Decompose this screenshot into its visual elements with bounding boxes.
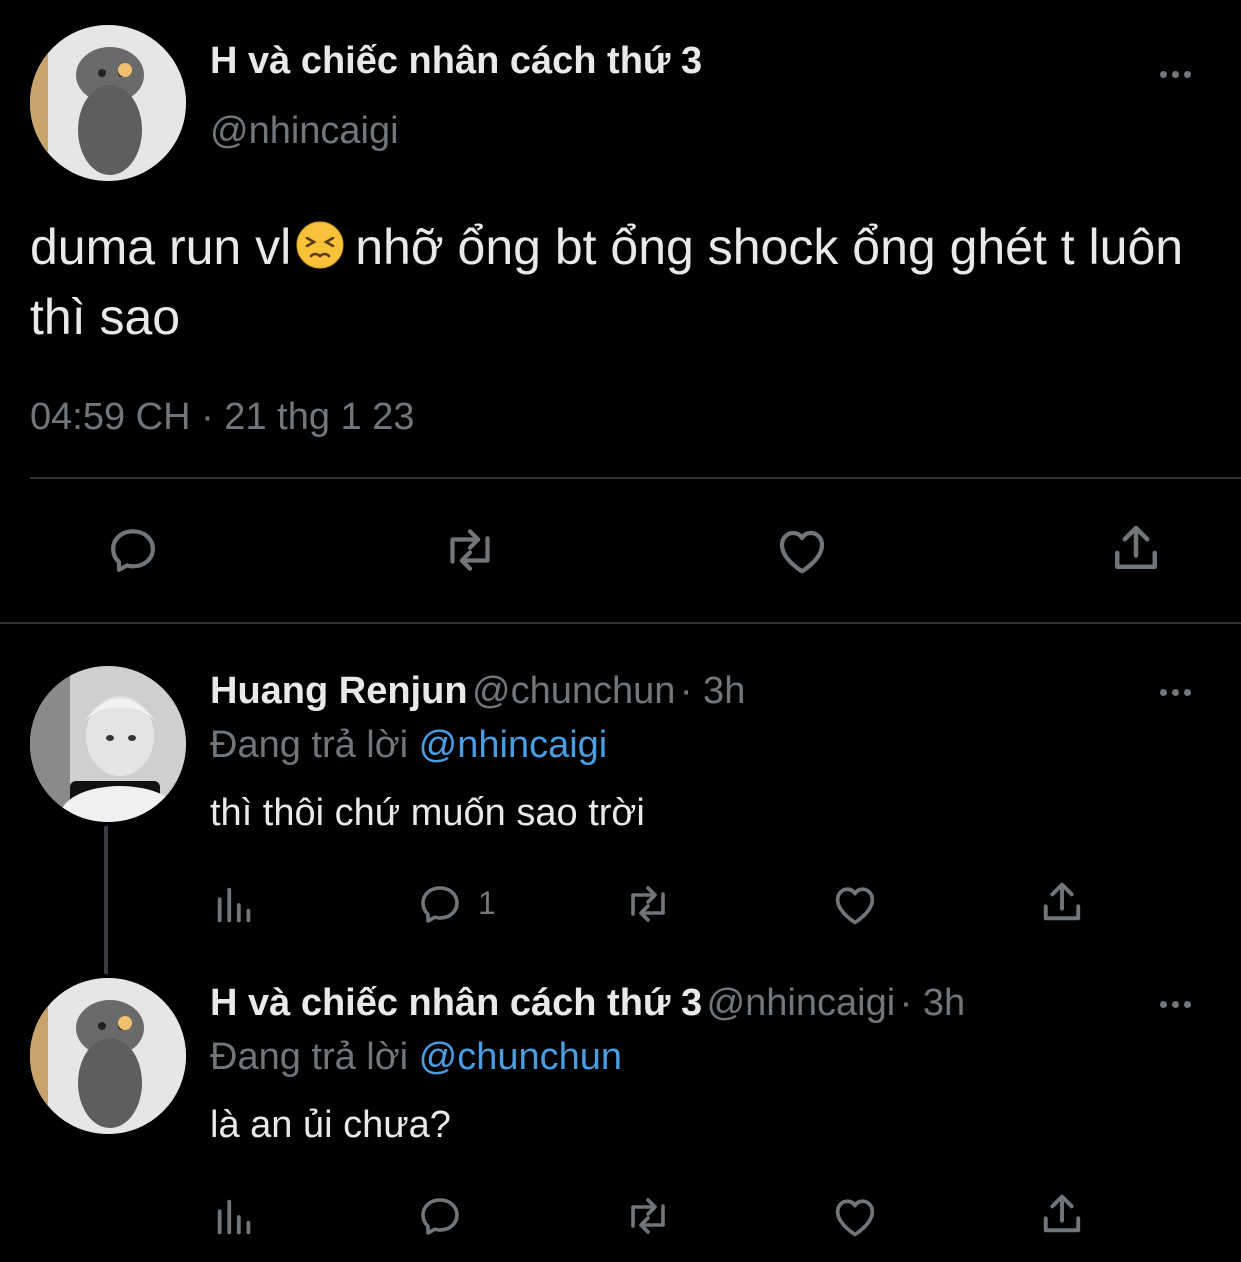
reply-2-header: H và chiếc nhân cách thứ 3 @nhincaigi · … <box>210 982 965 1025</box>
reply-1-author-name[interactable]: Huang Renjun <box>210 670 468 712</box>
reply-1-reply-icon[interactable] <box>416 880 464 928</box>
avatar-main-author[interactable] <box>30 25 186 181</box>
reply-1-like-icon[interactable] <box>829 878 881 930</box>
main-author-name[interactable]: H và chiếc nhân cách thứ 3 <box>210 40 702 83</box>
reply-2-author-name[interactable]: H và chiếc nhân cách thứ 3 <box>210 982 702 1024</box>
reply-1-mention-link[interactable]: @nhincaigi <box>419 724 608 766</box>
reply-1-reply-count: 1 <box>478 885 496 921</box>
reply-1-retweet-icon[interactable] <box>622 880 674 928</box>
reply-2-text: là an ủi chưa? <box>210 1104 451 1146</box>
reply-2-like-icon[interactable] <box>829 1190 881 1242</box>
reply-2-more-icon[interactable] <box>1160 1001 1191 1008</box>
reply-2-mention-link[interactable]: @chunchun <box>419 1036 622 1078</box>
divider-bottom <box>0 622 1241 624</box>
reply-icon[interactable] <box>105 522 161 578</box>
share-icon[interactable] <box>1106 518 1166 578</box>
persevering-face-emoji <box>296 221 344 269</box>
reply-2-retweet-icon[interactable] <box>622 1192 674 1240</box>
more-options-icon[interactable] <box>1160 71 1191 78</box>
reply-2-time[interactable]: · 3h <box>900 982 965 1024</box>
reply-1-replying-to: Đang trả lời @nhincaigi <box>210 724 608 766</box>
divider-top <box>30 477 1241 479</box>
reply-2-handle[interactable]: @nhincaigi <box>707 982 896 1024</box>
avatar-reply-1[interactable] <box>30 666 186 822</box>
reply-2-analytics-icon[interactable] <box>212 1194 258 1240</box>
thread-connector-line <box>104 826 108 974</box>
main-author-handle[interactable]: @nhincaigi <box>210 110 399 153</box>
reply-2-share-icon[interactable] <box>1036 1188 1088 1240</box>
reply-1-header: Huang Renjun @chunchun · 3h <box>210 670 745 713</box>
like-icon[interactable] <box>772 520 832 580</box>
reply-2-reply-icon[interactable] <box>416 1192 464 1240</box>
main-tweet-text: duma run vl nhỡ ổng bt ổng shock ổng ghé… <box>30 219 1184 345</box>
reply-1-analytics-icon[interactable] <box>212 882 258 928</box>
reply-1-share-icon[interactable] <box>1036 876 1088 928</box>
reply-1-handle[interactable]: @chunchun <box>472 670 675 712</box>
reply-1-text: thì thôi chứ muốn sao trời <box>210 792 645 834</box>
reply-1-time[interactable]: · 3h <box>680 670 745 712</box>
main-tweet-timestamp[interactable]: 04:59 CH · 21 thg 1 23 <box>30 396 414 439</box>
avatar-reply-2[interactable] <box>30 978 186 1134</box>
reply-1-more-icon[interactable] <box>1160 689 1191 696</box>
retweet-icon[interactable] <box>440 522 500 578</box>
reply-2-replying-to: Đang trả lời @chunchun <box>210 1036 623 1078</box>
